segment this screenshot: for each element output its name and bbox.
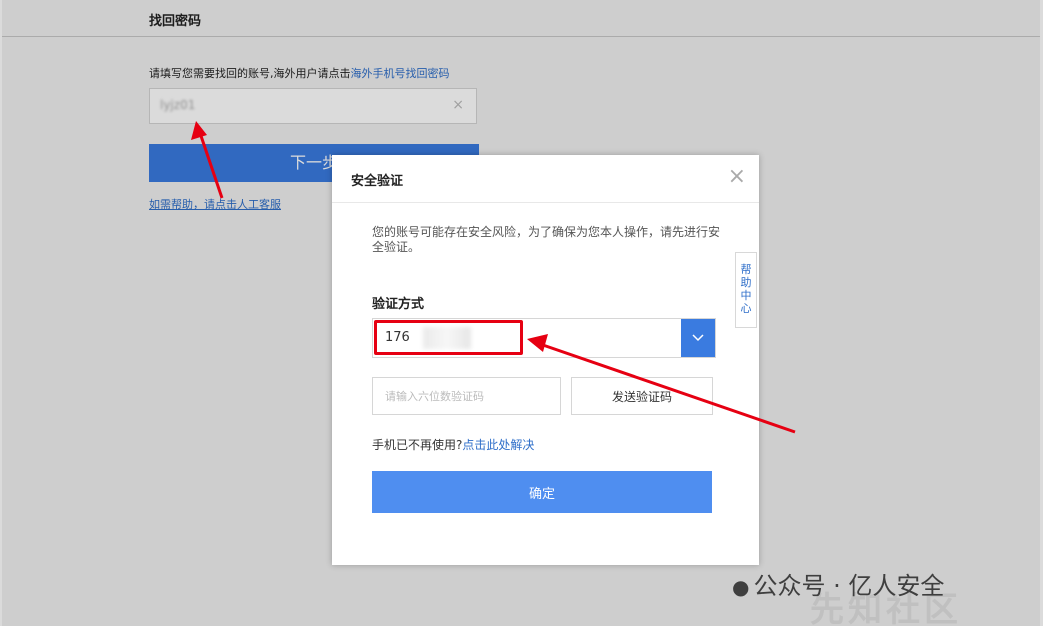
help-center-tab[interactable]: 帮助中心 [735,252,757,328]
wechat-icon: ● [732,575,750,599]
annotation-highlight-box [374,320,523,355]
dialog-header: 安全验证 × [332,155,759,203]
phone-unavailable-row: 手机已不再使用?点击此处解决 [372,436,534,453]
chevron-down-icon[interactable] [681,319,715,357]
verification-method-label: 验证方式 [372,297,425,312]
watermark-text: 公众号 · 亿人安全 [753,572,945,600]
send-code-button[interactable]: 发送验证码 [571,377,713,415]
risk-warning-text: 您的账号可能存在安全风险，为了确保为您本人操作，请先进行安全验证。 [372,225,721,254]
phone-unavailable-text: 手机已不再使用? [372,438,463,452]
verification-code-input[interactable] [372,377,561,415]
wechat-watermark: ● 公众号 · 亿人安全 [732,566,944,601]
dialog-title: 安全验证 [351,174,404,189]
close-icon[interactable]: × [728,165,746,189]
security-verification-dialog: 安全验证 × 您的账号可能存在安全风险，为了确保为您本人操作，请先进行安全验证。… [332,155,759,565]
confirm-button[interactable]: 确定 [372,471,712,513]
resolve-link[interactable]: 点击此处解决 [462,438,534,452]
